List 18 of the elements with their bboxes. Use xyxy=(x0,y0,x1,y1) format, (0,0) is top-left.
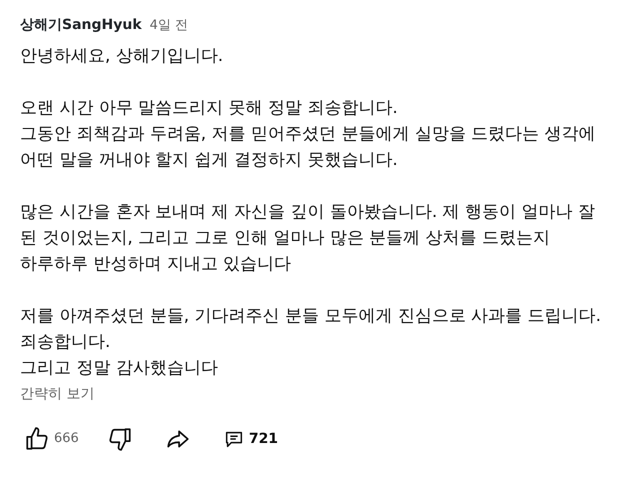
comment-text-line: 오랜 시간 아무 말씀드리지 못해 정말 죄송합니다. xyxy=(20,97,398,120)
comment-text-line: 하루하루 반성하며 지내고 있습니다 xyxy=(20,253,292,276)
timestamp: 4일 전 xyxy=(150,17,188,35)
comment-text-line: 어떤 말을 꺼내야 할지 쉽게 결정하지 못했습니다. xyxy=(20,149,398,172)
replies-button[interactable]: 721 xyxy=(218,424,282,454)
collapse-link[interactable]: 간략히 보기 xyxy=(20,383,94,405)
thumbs-down-icon xyxy=(106,426,133,452)
comment-text-line: 된 것이었는지, 그리고 그로 인해 얼마나 많은 분들께 상처를 드렸는지 xyxy=(20,227,550,250)
like-count: 666 xyxy=(54,430,79,448)
comment-text-line: 죄송합니다. xyxy=(20,331,110,354)
comment-text-line: 저를 아껴주셨던 분들, 기다려주신 분들 모두에게 진심으로 사과를 드립니다. xyxy=(20,305,602,328)
comment-text-line: 그동안 죄책감과 두려움, 저를 믿어주셨던 분들에게 실망을 드렸다는 생각에 xyxy=(20,123,596,146)
author-name[interactable]: 상해기SangHyuk xyxy=(20,12,142,38)
comment-text-line: 안녕하세요, 상해기입니다. xyxy=(20,45,224,68)
reply-count: 721 xyxy=(248,430,278,448)
comment-text-line: 그리고 정말 감사했습니다 xyxy=(20,357,218,380)
comment-text-line: 많은 시간을 혼자 보내며 제 자신을 깊이 돌아봤습니다. 제 행동이 얼마나 잘 xyxy=(20,201,595,224)
thumbs-up-icon xyxy=(24,426,50,452)
